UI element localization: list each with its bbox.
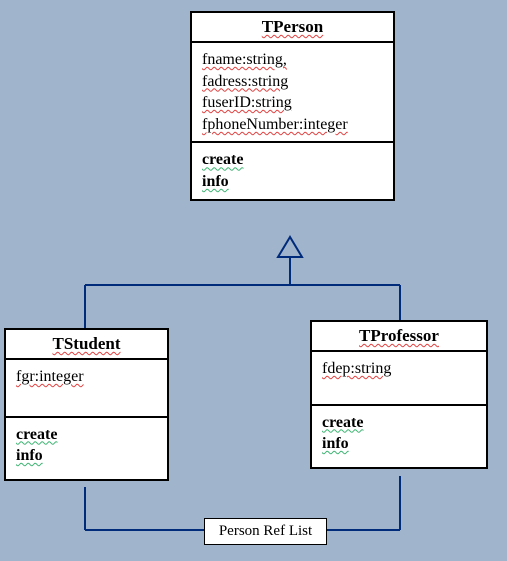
attr: fdep:string — [322, 358, 476, 380]
attr: fphoneNumber:integer — [202, 114, 383, 136]
class-student-ops: create info — [6, 418, 167, 479]
class-person-attrs: fname:string, fadress:string fuserID:str… — [192, 43, 393, 143]
class-professor: TProfessor fdep:string create info — [310, 320, 488, 469]
op: create — [322, 412, 476, 434]
person-ref-list: Person Ref List — [204, 518, 327, 545]
op: info — [202, 171, 383, 193]
attr: fuserID:string — [202, 92, 383, 114]
op: create — [202, 149, 383, 171]
class-professor-ops: create info — [312, 406, 486, 467]
class-student: TStudent fgr:integer create info — [4, 328, 169, 481]
class-professor-attrs: fdep:string — [312, 352, 486, 406]
person-ref-list-label: Person Ref List — [219, 523, 312, 539]
op: info — [16, 445, 157, 467]
class-person-ops: create info — [192, 143, 393, 198]
class-person-title: TPerson — [192, 13, 393, 43]
op: info — [322, 433, 476, 455]
class-student-attrs: fgr:integer — [6, 360, 167, 418]
attr: fadress:string — [202, 71, 383, 93]
class-professor-title: TProfessor — [312, 322, 486, 352]
op: create — [16, 424, 157, 446]
attr: fname:string, — [202, 49, 383, 71]
class-person: TPerson fname:string, fadress:string fus… — [190, 11, 395, 201]
class-student-title: TStudent — [6, 330, 167, 360]
attr: fgr:integer — [16, 366, 157, 388]
